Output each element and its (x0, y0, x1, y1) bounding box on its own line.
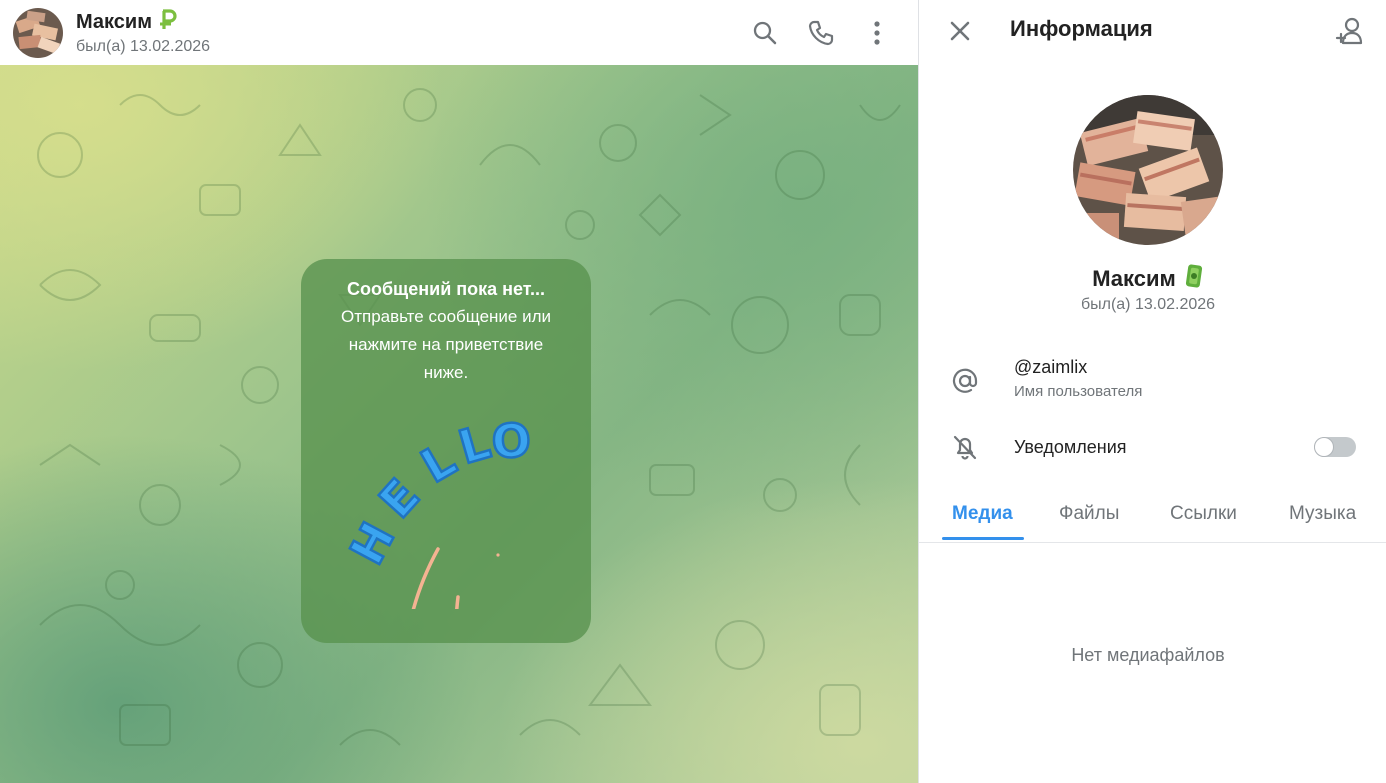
username-value: @zaimlix (1014, 357, 1088, 377)
ruble-emoji-icon (158, 8, 178, 36)
profile-name: Максим (1092, 265, 1176, 291)
empty-chat-card: Сообщений пока нет... Отправьте сообщени… (301, 259, 591, 643)
chat-background: Сообщений пока нет... Отправьте сообщени… (0, 65, 918, 783)
notifications-toggle[interactable] (1314, 437, 1356, 457)
empty-chat-title: Сообщений пока нет... (346, 279, 546, 299)
phone-icon (808, 20, 834, 45)
tab-media[interactable]: Медиа (952, 503, 1013, 525)
close-info-button[interactable] (943, 14, 977, 48)
svg-text:L: L (412, 432, 464, 493)
username-row[interactable]: @zaimlix Имя пользователя (919, 352, 1386, 410)
chat-title-block[interactable]: Максим был(а) 13.02.2026 (76, 8, 211, 57)
call-button[interactable] (804, 16, 838, 50)
empty-media-text: Нет медиафайлов (1071, 645, 1225, 665)
add-contact-button[interactable] (1332, 13, 1368, 49)
search-icon (753, 21, 777, 44)
profile-last-seen: был(а) 13.02.2026 (1080, 296, 1216, 313)
svg-text:E: E (369, 469, 430, 528)
svg-text:L: L (453, 415, 496, 475)
avatar[interactable] (13, 7, 63, 58)
profile-avatar[interactable] (1073, 95, 1223, 245)
more-vertical-icon (874, 20, 880, 45)
chat-header[interactable]: Максим был(а) 13.02.2026 (0, 0, 918, 65)
tab-files[interactable]: Файлы (1059, 503, 1119, 525)
search-button[interactable] (748, 16, 782, 50)
hello-sticker[interactable]: H E L L O (338, 409, 546, 635)
info-title: Информация (1010, 16, 1153, 41)
info-panel: Информация Максим был(а) 13.02.2026 @zai… (919, 0, 1386, 783)
notifications-label: Уведомления (1014, 437, 1127, 457)
username-label: Имя пользователя (1014, 383, 1143, 400)
notifications-row[interactable]: Уведомления (919, 426, 1386, 468)
media-tabs: Медиа Файлы Ссылки Музыка (919, 493, 1386, 543)
chat-column: Максим был(а) 13.02.2026 Сообщений пока … (0, 0, 918, 783)
tab-links[interactable]: Ссылки (1170, 503, 1237, 525)
more-button[interactable] (860, 16, 894, 50)
active-tab-indicator (942, 537, 1024, 540)
banknote-emoji-icon (1184, 263, 1204, 294)
chat-name: Максим (76, 11, 152, 33)
close-icon (950, 21, 970, 41)
svg-text:O: O (491, 413, 532, 468)
tab-music[interactable]: Музыка (1289, 503, 1356, 525)
bell-off-icon (949, 431, 981, 463)
add-user-icon (1335, 17, 1363, 45)
toggle-knob (1315, 438, 1333, 456)
at-sign-icon (949, 365, 981, 397)
chat-last-seen: был(а) 13.02.2026 (76, 37, 211, 55)
svg-text:H: H (346, 514, 405, 573)
empty-chat-description: Отправьте сообщение или нажмите на приве… (340, 307, 552, 382)
profile-name-row: Максим (919, 263, 1377, 294)
